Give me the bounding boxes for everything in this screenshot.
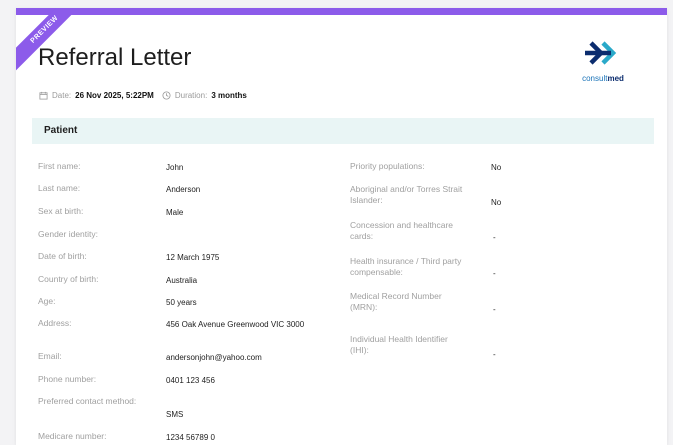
last-name-value: Anderson <box>166 185 201 194</box>
email-value: andersonjohn@yahoo.com <box>166 353 262 362</box>
ihi-value: - <box>493 350 496 359</box>
aboriginal-torres-strait-value: No <box>491 198 502 207</box>
priority-populations-label: Priority populations: <box>350 161 425 171</box>
first-name-value: John <box>166 163 184 172</box>
first-name-label: First name: <box>38 161 81 171</box>
address-value: 456 Oak Avenue Greenwood VIC 3000 <box>166 320 305 329</box>
sex-at-birth-label: Sex at birth: <box>38 206 84 216</box>
health-insurance-value: - <box>493 269 496 278</box>
date-of-birth-value: 12 March 1975 <box>166 253 220 262</box>
preferred-contact-label: Preferred contact method: <box>38 396 137 406</box>
logo-wordmark: consultmed <box>582 74 624 83</box>
last-name-label: Last name: <box>38 183 81 193</box>
age-label: Age: <box>38 296 56 306</box>
double-arrow-icon <box>585 41 617 65</box>
age-value: 50 years <box>166 298 197 307</box>
priority-populations-value: No <box>491 163 502 172</box>
preferred-contact-value: SMS <box>166 410 184 419</box>
top-accent-bar <box>16 8 667 15</box>
date-of-birth-label: Date of birth: <box>38 251 87 261</box>
address-label: Address: <box>38 318 72 328</box>
concession-cards-label: Concession and healthcare cards: <box>350 220 454 241</box>
letter-meta: Date: 26 Nov 2025, 5:22PM Duration: 3 mo… <box>39 91 247 100</box>
mrn-label: Medical Record Number (MRN): <box>350 291 442 312</box>
phone-number-label: Phone number: <box>38 374 97 384</box>
section-patient-header: Patient <box>32 118 654 144</box>
date-value: 26 Nov 2025, 5:22PM <box>75 91 154 100</box>
health-insurance-label: Health insurance / Third party compensab… <box>350 256 462 277</box>
email-label: Email: <box>38 351 62 361</box>
duration-label: Duration: <box>174 91 208 100</box>
aboriginal-torres-strait-label: Aboriginal and/or Torres Strait Islander… <box>350 184 463 205</box>
concession-cards-value: - <box>493 233 496 242</box>
country-of-birth-label: Country of birth: <box>38 274 99 284</box>
medicare-number-value: 1234 56789 0 <box>166 433 215 442</box>
page-title: Referral Letter <box>38 44 192 71</box>
country-of-birth-value: Australia <box>166 276 198 285</box>
duration-value: 3 months <box>211 91 247 100</box>
calendar-icon <box>39 91 48 100</box>
sex-at-birth-value: Male <box>166 208 184 217</box>
gender-identity-label: Gender identity: <box>38 229 99 239</box>
mrn-value: - <box>493 305 496 314</box>
consultmed-logo: consultmed <box>568 39 638 83</box>
ihi-label: Individual Health Identifier (IHI): <box>350 334 448 355</box>
date-label: Date: <box>52 91 72 100</box>
phone-number-value: 0401 123 456 <box>166 376 215 385</box>
medicare-number-label: Medicare number: <box>38 431 107 441</box>
referral-letter-card: PREVIEW Referral Letter Date: 26 Nov 202… <box>16 8 667 445</box>
clock-icon <box>162 91 171 100</box>
